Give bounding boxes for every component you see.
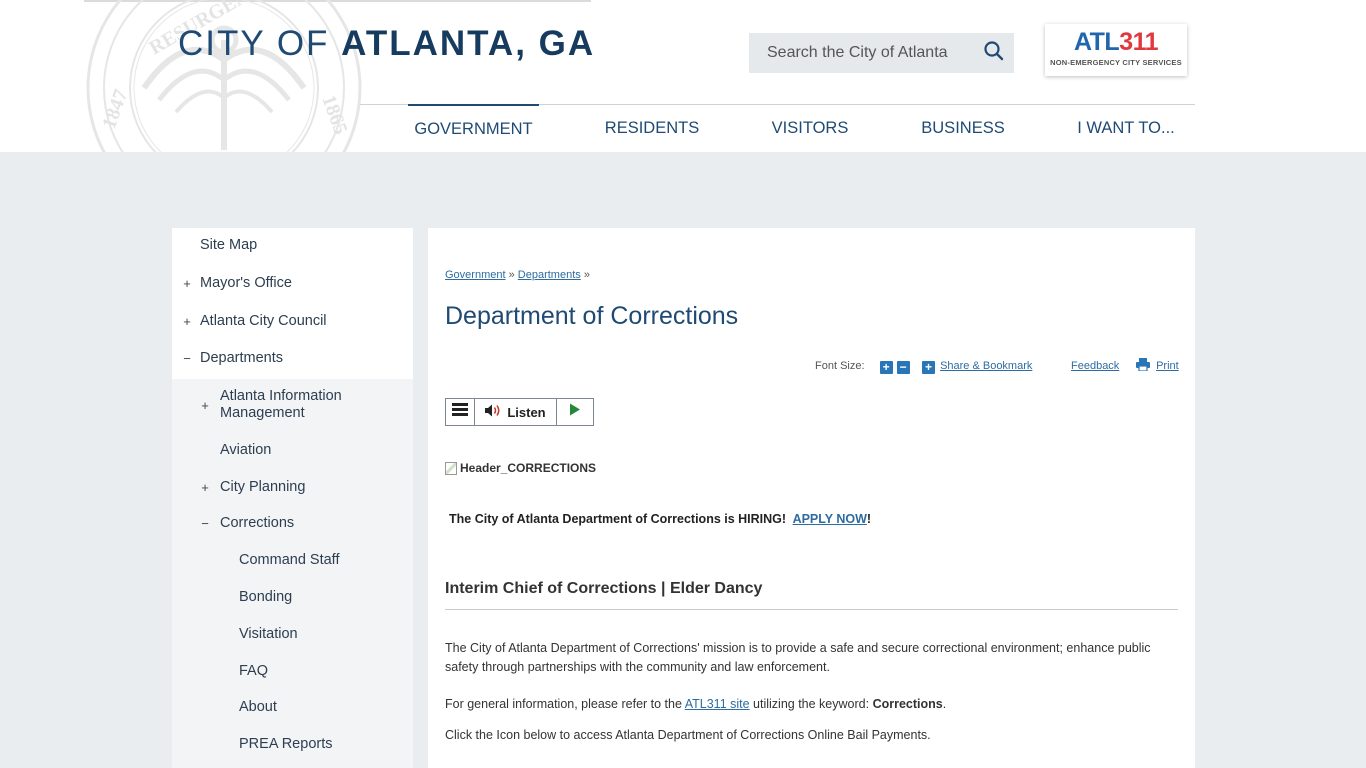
sidebar-item-bonding[interactable]: Bonding (172, 589, 413, 609)
nav-i-want-to[interactable]: I WANT TO... (1071, 105, 1181, 153)
sidebar-item-about[interactable]: About (172, 699, 413, 719)
apply-now-link[interactable]: APPLY NOW (793, 512, 867, 526)
atl311-tagline: NON-EMERGENCY CITY SERVICES (1050, 58, 1182, 67)
sidebar-item-mayors-office[interactable]: + Mayor's Office (172, 275, 413, 295)
image-alt-text: Header_CORRECTIONS (460, 461, 597, 475)
city-seal-watermark: RESURGENS 1847 1865 (84, 0, 364, 152)
sidebar-item-corrections[interactable]: − Corrections (172, 515, 413, 535)
collapse-icon[interactable]: − (182, 351, 192, 366)
readspeaker-player: Listen (445, 398, 594, 426)
search-button[interactable] (974, 33, 1014, 73)
chief-heading: Interim Chief of Corrections | Elder Dan… (445, 580, 763, 597)
search-input[interactable] (749, 33, 974, 73)
atl311-site-link[interactable]: ATL311 site (685, 697, 750, 711)
share-bookmark-link[interactable]: Share & Bookmark (940, 360, 1032, 372)
expand-icon[interactable]: + (200, 480, 210, 495)
font-size-label: Font Size: (815, 360, 865, 372)
search-icon (984, 40, 1004, 66)
print-tool[interactable]: Print (1136, 358, 1179, 374)
speaker-icon (485, 404, 502, 420)
general-info-paragraph: For general information, please refer to… (445, 697, 947, 711)
nav-business[interactable]: BUSINESS (913, 105, 1013, 153)
breadcrumb-separator: » (583, 269, 590, 281)
player-menu-button[interactable] (446, 399, 475, 425)
printer-icon (1136, 358, 1150, 376)
site-title[interactable]: CITY OF ATLANTA, GA (178, 24, 595, 64)
play-button[interactable] (557, 399, 593, 425)
main-content: Government » Departments » Department of… (428, 228, 1195, 768)
atl311-logo: ATL311 (1073, 28, 1159, 56)
font-decrease-icon[interactable]: − (896, 361, 910, 374)
breadcrumb-departments[interactable]: Departments (518, 269, 581, 281)
sidebar-item-atlanta-information-management[interactable]: + Atlanta Information Management (172, 388, 413, 424)
feedback-link[interactable]: Feedback (1071, 360, 1119, 372)
sidebar-item-command-staff[interactable]: Command Staff (172, 552, 413, 572)
sidebar-item-site-map[interactable]: Site Map (172, 237, 413, 257)
sidebar-item-visitation[interactable]: Visitation (172, 626, 413, 646)
nav-government[interactable]: GOVERNMENT (408, 104, 539, 152)
hiring-notice: The City of Atlanta Department of Correc… (449, 512, 872, 526)
share-bookmark-tool[interactable]: + Share & Bookmark (922, 358, 1032, 374)
sidebar-nav: Site Map + Mayor's Office + Atlanta City… (172, 228, 413, 768)
sidebar-item-aviation[interactable]: Aviation (172, 442, 413, 462)
site-header: RESURGENS 1847 1865 CITY OF ATLANTA, GA … (0, 0, 1366, 152)
atl311-logo-link[interactable]: ATL311 NON-EMERGENCY CITY SERVICES (1045, 24, 1187, 76)
main-nav: GOVERNMENT RESIDENTS VISITORS BUSINESS I… (360, 104, 1195, 152)
header-corrections-image: Header_CORRECTIONS (445, 461, 596, 475)
listen-button[interactable]: Listen (475, 399, 557, 425)
collapse-icon[interactable]: − (200, 516, 210, 531)
listen-label: Listen (507, 404, 546, 420)
sidebar-item-city-planning[interactable]: + City Planning (172, 479, 413, 499)
sidebar-item-city-council[interactable]: + Atlanta City Council (172, 313, 413, 333)
font-increase-icon[interactable]: + (879, 361, 893, 374)
hamburger-icon (452, 403, 468, 421)
broken-image-icon (445, 461, 457, 475)
breadcrumb: Government » Departments » (445, 269, 590, 281)
keyword-corrections: Corrections (872, 697, 943, 711)
hiring-text: The City of Atlanta Department of Correc… (449, 512, 787, 526)
breadcrumb-separator: » (508, 269, 515, 281)
bail-paragraph: Click the Icon below to access Atlanta D… (445, 728, 931, 742)
feedback-tool[interactable]: Feedback (1071, 358, 1119, 374)
svg-text:1865: 1865 (317, 92, 351, 137)
sidebar-item-departments[interactable]: − Departments (172, 350, 413, 370)
play-icon (569, 403, 581, 421)
site-title-atlanta: ATLANTA, GA (341, 24, 596, 63)
site-search (749, 33, 1014, 73)
mission-paragraph: The City of Atlanta Department of Correc… (445, 641, 1151, 674)
sidebar-item-faq[interactable]: FAQ (172, 663, 413, 683)
font-size-control: Font Size: + − (815, 358, 910, 374)
nav-residents[interactable]: RESIDENTS (599, 105, 705, 153)
expand-icon[interactable]: + (182, 276, 192, 291)
share-plus-icon: + (922, 361, 935, 374)
nav-visitors[interactable]: VISITORS (764, 105, 856, 153)
sidebar-item-prea-reports[interactable]: PREA Reports (172, 736, 413, 756)
section-divider (445, 609, 1178, 610)
site-title-city-of: CITY OF (178, 24, 342, 63)
expand-icon[interactable]: + (182, 314, 192, 329)
expand-icon[interactable]: + (200, 398, 210, 413)
breadcrumb-government[interactable]: Government (445, 269, 506, 281)
print-link[interactable]: Print (1156, 360, 1179, 372)
page-title: Department of Corrections (445, 302, 739, 330)
